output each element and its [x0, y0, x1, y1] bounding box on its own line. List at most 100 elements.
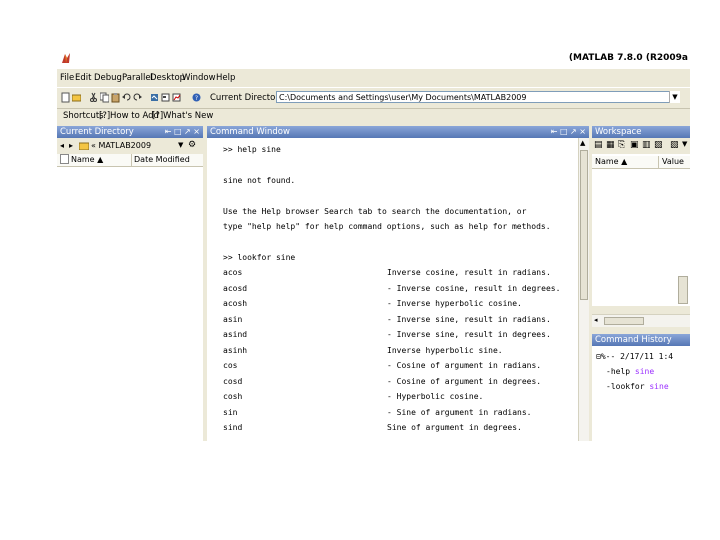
svg-text:?: ?	[195, 95, 198, 102]
pane-controls-icon[interactable]: ⇤ □ ↗ ×	[551, 126, 586, 138]
new-file-icon[interactable]	[61, 92, 70, 103]
shortcuts-label[interactable]: Shortcuts	[63, 111, 104, 121]
command-line: Use the Help browser Search tab to searc…	[223, 207, 527, 216]
lookfor-function-name[interactable]: asind	[223, 330, 247, 339]
lookfor-function-description: - Inverse cosine, result in degrees.	[387, 283, 561, 293]
lookfor-function-name[interactable]: asinh	[223, 346, 247, 355]
menu-help[interactable]: Help	[216, 73, 235, 83]
profiler-icon[interactable]	[172, 92, 181, 103]
column-name[interactable]: Name ▲	[71, 155, 103, 164]
undo-icon[interactable]	[122, 92, 131, 103]
history-entry[interactable]: -lookfor sine	[606, 382, 669, 391]
current-directory-field[interactable]: C:\Documents and Settings\user\My Docume…	[276, 91, 678, 103]
column-date-modified[interactable]: Date Modified	[134, 155, 190, 164]
lookfor-function-description: - Cosine of argument in degrees.	[387, 376, 542, 386]
command-history-header: Command History	[592, 334, 690, 346]
redo-icon[interactable]	[133, 92, 142, 103]
command-line: type "help help" for help command option…	[223, 222, 551, 231]
lookfor-function-name[interactable]: acos	[223, 268, 242, 277]
matlab-logo-icon	[62, 53, 70, 63]
chevron-down-icon[interactable]: ▼	[682, 140, 687, 148]
lookfor-function-name[interactable]: cosd	[223, 377, 242, 386]
print-icon[interactable]: ▥	[642, 140, 651, 150]
guide-icon[interactable]	[161, 92, 170, 103]
folder-icon	[79, 142, 89, 150]
pane-controls-icon[interactable]: ⇤ □ ↗ ×	[165, 126, 200, 138]
save-workspace-icon[interactable]: ▣	[630, 140, 639, 150]
path-dropdown-icon[interactable]: ▼	[178, 141, 183, 149]
lookfor-function-name[interactable]: cosh	[223, 392, 242, 401]
cut-icon[interactable]	[89, 92, 98, 103]
history-command: lookfor	[610, 382, 645, 391]
lookfor-function-description: Inverse cosine, result in radians.	[387, 268, 551, 277]
menu-file[interactable]: File	[60, 73, 74, 83]
column-name[interactable]: Name ▲	[595, 157, 627, 166]
history-session-header[interactable]: ⊟%-- 2/17/11 1:4	[596, 352, 673, 361]
back-icon[interactable]: ◂	[60, 141, 64, 150]
lookfor-function-description: - Inverse sine, result in degrees.	[387, 330, 551, 339]
new-variable-icon[interactable]: ▤	[594, 140, 603, 150]
forward-icon[interactable]: ▸	[69, 141, 73, 150]
copy-icon[interactable]	[100, 92, 109, 103]
lookfor-function-description: - Inverse sine, result in radians.	[387, 314, 551, 324]
delete-icon[interactable]: ▨	[654, 140, 663, 150]
open-variable-icon[interactable]: ▦	[606, 140, 615, 150]
whats-new-icon[interactable]: [?]	[152, 111, 163, 121]
workspace-horizontal-scrollbar[interactable]: ◂	[592, 314, 690, 327]
lookfor-function-name[interactable]: sind	[223, 423, 242, 432]
lookfor-function-name[interactable]: asin	[223, 315, 242, 324]
lookfor-function-description: Sine of argument in degrees.	[387, 423, 522, 432]
how-to-add-icon[interactable]: [?]	[99, 111, 110, 121]
command-window-title: Command Window	[210, 127, 290, 137]
command-history-pane: Command History ⊟%-- 2/17/11 1:4 -help s…	[592, 334, 690, 441]
history-entry[interactable]: -help sine	[606, 367, 654, 376]
column-divider	[131, 154, 132, 166]
workspace-toolbar: ▤ ▦ ⎘ ▣ ▥ ▨ ▧ ▼	[592, 138, 690, 154]
scroll-left-icon[interactable]: ◂	[594, 316, 598, 324]
column-divider	[658, 156, 659, 168]
whats-new-link[interactable]: What's New	[163, 111, 213, 121]
current-directory-pane: Current Directory ⇤ □ ↗ × ◂ ▸ « MATLAB20…	[57, 126, 203, 441]
current-directory-path[interactable]: « MATLAB2009	[91, 141, 151, 150]
import-data-icon[interactable]: ⎘	[618, 140, 625, 150]
paste-icon[interactable]	[111, 92, 120, 103]
lookfor-function-name[interactable]: acosd	[223, 284, 247, 293]
menu-parallel[interactable]: Parallel	[122, 73, 153, 83]
menu-edit[interactable]: Edit	[75, 73, 91, 83]
history-session-label: %-- 2/17/11 1:4	[600, 352, 674, 361]
scroll-up-icon[interactable]: ▲	[580, 139, 585, 147]
workspace-vscroll-thumb[interactable]	[678, 276, 688, 304]
command-output[interactable]: >> help sine sine not found. Use the Hel…	[223, 145, 579, 441]
lookfor-function-name[interactable]: acosh	[223, 299, 247, 308]
lookfor-function-name[interactable]: sin	[223, 408, 237, 417]
gear-icon[interactable]: ⚙	[188, 140, 196, 150]
plot-selector-icon[interactable]: ▧	[670, 140, 679, 150]
menu-desktop[interactable]: Desktop	[150, 73, 185, 83]
command-window-header: Command Window ⇤ □ ↗ ×	[207, 126, 589, 138]
history-command: help	[610, 367, 631, 376]
scrollbar-thumb[interactable]	[604, 317, 644, 325]
workspace-pane: Workspace ▤ ▦ ⎘ ▣ ▥ ▨ ▧ ▼ Name ▲ Value	[592, 126, 690, 306]
current-directory-header: Current Directory ⇤ □ ↗ ×	[57, 126, 203, 138]
window-title: (MATLAB 7.8.0 (R2009a	[568, 53, 688, 63]
lookfor-function-description: - Sine of argument in radians.	[387, 407, 532, 417]
lookfor-function-description: - Cosine of argument in radians.	[387, 361, 542, 370]
open-folder-icon[interactable]	[72, 92, 81, 103]
vertical-scrollbar[interactable]: ▲	[578, 138, 589, 441]
chevron-down-icon[interactable]: ▼	[669, 91, 680, 103]
lookfor-function-description: - Inverse hyperbolic cosine.	[387, 299, 522, 308]
history-argument: sine	[644, 382, 669, 391]
menu-debug[interactable]: Debug	[94, 73, 122, 83]
current-directory-label: Current Directory	[210, 93, 284, 103]
help-icon[interactable]: ?	[192, 92, 201, 103]
column-value[interactable]: Value	[662, 157, 684, 166]
scrollbar-thumb[interactable]	[580, 150, 588, 300]
command-line: >> help sine	[223, 145, 281, 154]
lookfor-function-name[interactable]: cos	[223, 361, 237, 370]
menu-bar: File Edit Debug Parallel Desktop Window …	[57, 71, 690, 85]
command-window-pane: Command Window ⇤ □ ↗ × >> help sine sine…	[207, 126, 589, 441]
command-line: >> lookfor sine	[223, 253, 296, 262]
menu-window[interactable]: Window	[182, 73, 216, 83]
simulink-icon[interactable]	[150, 92, 159, 103]
lookfor-function-description: - Hyperbolic cosine.	[387, 392, 484, 401]
